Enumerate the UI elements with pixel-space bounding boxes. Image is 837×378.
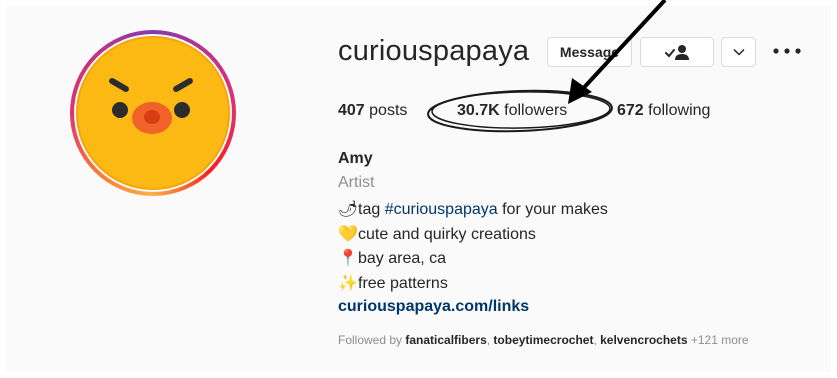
sparkles-icon: ✨ — [338, 275, 358, 292]
profile-username: curiouspapaya — [338, 35, 530, 67]
avatar-eye-left — [112, 102, 128, 118]
bio-line: 🌶tag #curiouspapaya for your makes — [338, 201, 608, 218]
message-button[interactable]: Message — [547, 37, 632, 67]
bio-line: 💛cute and quirky creations — [338, 226, 536, 243]
bio-website-link[interactable]: curiouspapaya.com/links — [338, 298, 529, 316]
more-options-button[interactable] — [772, 41, 802, 61]
bio-full-name: Amy — [338, 150, 373, 167]
following-link[interactable]: 672 following — [617, 102, 710, 120]
more-horizontal-icon — [773, 48, 801, 54]
posts-count: 407 posts — [338, 102, 408, 119]
person-check-icon — [665, 45, 689, 60]
avatar-brow-right — [171, 76, 195, 94]
followers-link[interactable]: 30.7K followers — [457, 102, 567, 120]
bio-line: 📍bay area, ca — [338, 250, 447, 267]
suggested-dropdown-button[interactable] — [721, 37, 756, 67]
profile-avatar[interactable] — [70, 30, 236, 196]
chevron-down-icon — [732, 48, 745, 56]
yellow-heart-icon: 💛 — [338, 226, 358, 243]
bio-category: Artist — [338, 174, 375, 191]
bio-line: ✨free patterns — [338, 275, 448, 292]
hashtag-link[interactable]: #curiouspapaya — [385, 201, 498, 218]
chili-pepper-icon: 🌶 — [338, 201, 359, 218]
avatar-brow-left — [107, 76, 131, 94]
avatar-image — [76, 36, 230, 190]
avatar-eye-right — [174, 102, 190, 118]
avatar-beak-inner — [144, 110, 160, 124]
following-button[interactable] — [640, 37, 714, 67]
followed-by-text[interactable]: Followed by fanaticalfibers, tobeytimecr… — [338, 333, 749, 347]
pin-icon: 📍 — [338, 250, 358, 267]
